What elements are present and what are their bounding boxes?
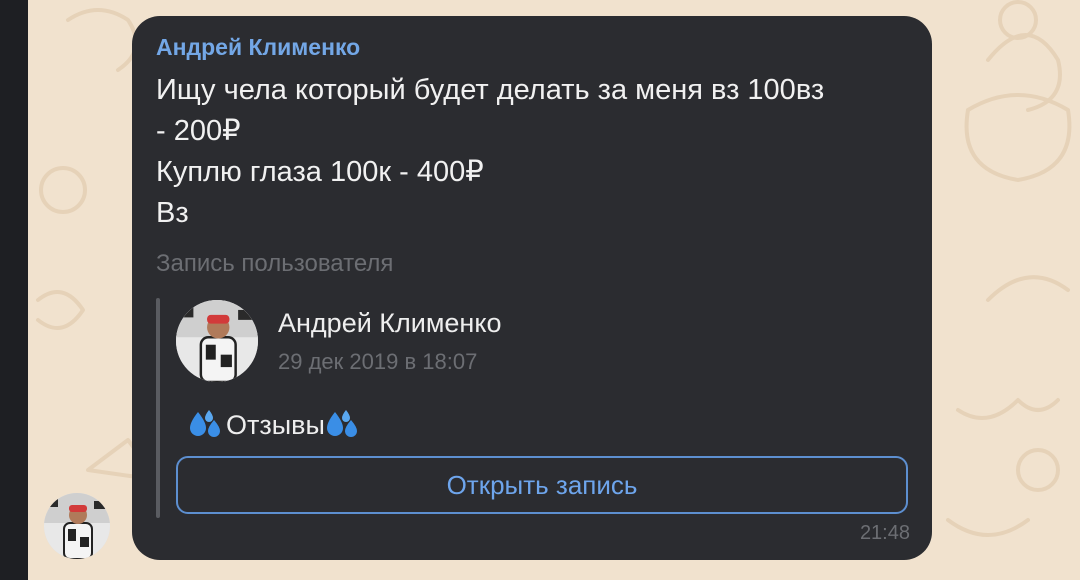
repost-label: Запись пользователя [156, 250, 394, 277]
left-dark-strip [0, 0, 28, 580]
repost-text: Отзывы [188, 408, 363, 442]
repost-author-avatar[interactable] [176, 300, 258, 382]
message-line: Куплю глаза 100к - 400₽ [156, 156, 484, 188]
repost-author-name[interactable]: Андрей Клименко [278, 308, 501, 339]
repost-author-avatar-photo [176, 300, 258, 382]
sweat-droplets-icon [190, 410, 220, 437]
sender-name[interactable]: Андрей Клименко [156, 34, 360, 61]
message-text: Ищу чела который будет делать за меня вз… [156, 70, 908, 234]
sweat-droplets-icon [326, 410, 357, 437]
message-time: 21:48 [859, 522, 910, 544]
sender-avatar-photo [44, 493, 110, 559]
message-line: - 200₽ [156, 115, 241, 147]
repost-text-label: Отзывы [226, 409, 325, 440]
open-post-button[interactable]: Открыть запись [176, 456, 908, 514]
message-line: Ищу чела который будет делать за меня вз… [156, 74, 825, 106]
repost-date: 29 дек 2019 в 18:07 [278, 349, 478, 374]
repost-quote-bar [156, 298, 160, 518]
message-line: Вз [156, 197, 189, 229]
message-bubble[interactable]: Андрей Клименко Ищу чела который будет д… [132, 16, 932, 560]
sender-avatar[interactable] [44, 493, 110, 559]
